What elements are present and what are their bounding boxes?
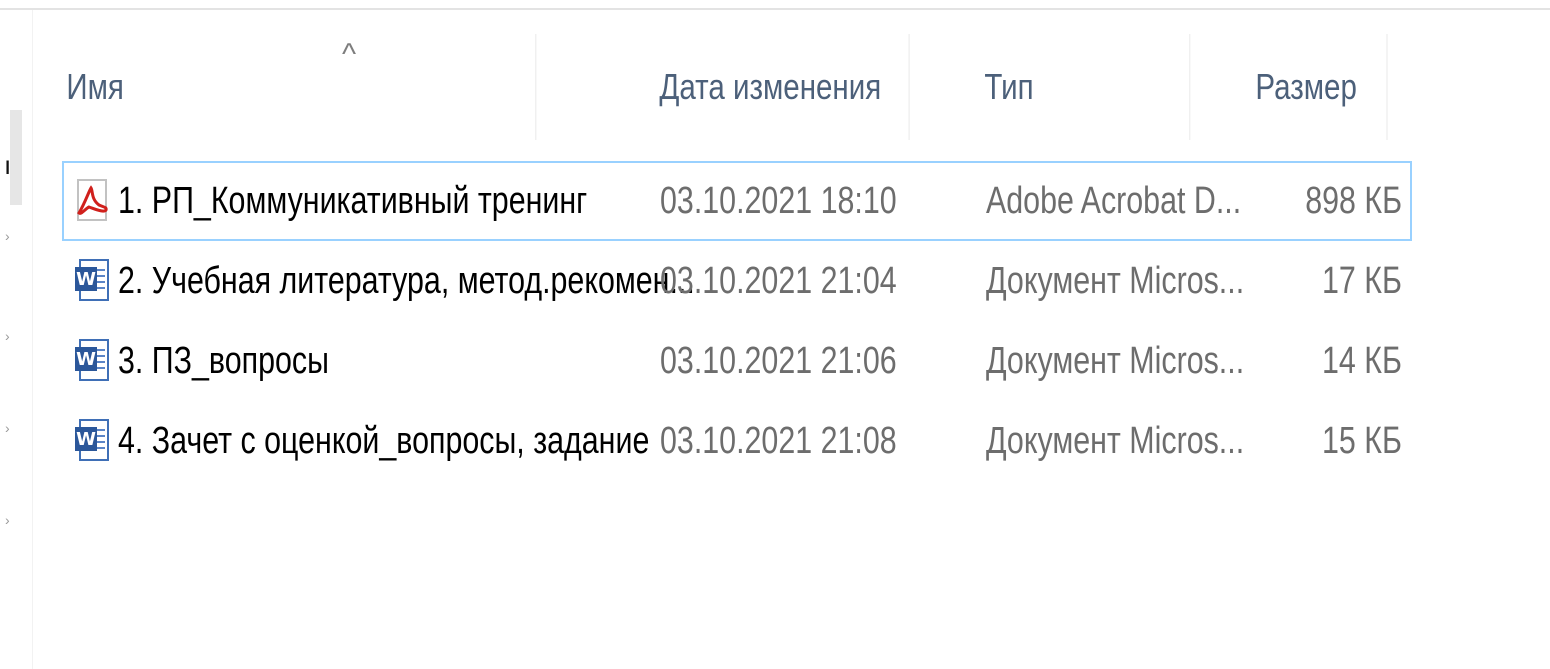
file-type: Документ Micros... <box>986 339 1245 382</box>
column-header-size[interactable]: Размер <box>1239 34 1388 140</box>
file-date-modified: 03.10.2021 21:08 <box>660 419 897 462</box>
file-size: 15 КБ <box>1322 419 1402 462</box>
file-row[interactable]: W 3. ПЗ_вопросы 03.10.2021 21:06 Документ M… <box>62 321 1412 401</box>
navigation-pane-scrollbar[interactable] <box>10 110 22 205</box>
top-divider <box>0 8 1550 10</box>
file-type: Документ Micros... <box>986 259 1245 302</box>
word-icon: W <box>75 419 109 463</box>
file-type: Adobe Acrobat D... <box>986 179 1242 222</box>
file-row[interactable]: W 4. Зачет с оценкой_вопросы, задание 03.1… <box>62 401 1412 481</box>
file-size: 898 КБ <box>1305 179 1402 222</box>
file-date-modified: 03.10.2021 18:10 <box>660 179 897 222</box>
expand-chevron-icon[interactable]: › <box>5 512 10 528</box>
column-header-date-modified[interactable]: Дата изменения <box>643 34 910 140</box>
expand-chevron-icon[interactable]: › <box>5 328 10 344</box>
word-icon: W <box>75 259 109 303</box>
expand-chevron-icon[interactable]: › <box>5 420 10 436</box>
file-icon-cell: W <box>72 243 112 319</box>
navigation-pane[interactable]: ı › › › › <box>0 10 33 669</box>
file-date-modified: 03.10.2021 21:06 <box>660 339 897 382</box>
file-explorer-window: ı › › › › Имя Дата изменения Тип Размер … <box>0 0 1550 669</box>
file-icon-cell <box>72 163 112 239</box>
column-header-name[interactable]: Имя <box>50 34 537 140</box>
file-type: Документ Micros... <box>986 419 1245 462</box>
column-header-type[interactable]: Тип <box>968 34 1191 140</box>
navigation-pane-truncated-text: ı <box>4 150 12 180</box>
file-row[interactable]: 1. РП_Коммуникативный тренинг 03.10.2021 … <box>62 161 1412 241</box>
file-icon-cell: W <box>72 323 112 399</box>
file-size: 14 КБ <box>1322 339 1402 382</box>
word-icon: W <box>75 339 109 383</box>
expand-chevron-icon[interactable]: › <box>5 228 10 244</box>
chevron-up-icon: ^ <box>342 38 357 71</box>
file-icon-cell: W <box>72 403 112 479</box>
file-size: 17 КБ <box>1322 259 1402 302</box>
column-header-row: Имя Дата изменения Тип Размер ^ <box>50 34 1420 140</box>
file-list: 1. РП_Коммуникативный тренинг 03.10.2021 … <box>62 161 1412 481</box>
file-name: 3. ПЗ_вопросы <box>118 339 329 382</box>
file-date-modified: 03.10.2021 21:04 <box>660 259 897 302</box>
pdf-icon <box>75 179 109 223</box>
file-name: 1. РП_Коммуникативный тренинг <box>118 179 588 222</box>
file-row[interactable]: W 2. Учебная литература, метод.рекомен...… <box>62 241 1412 321</box>
